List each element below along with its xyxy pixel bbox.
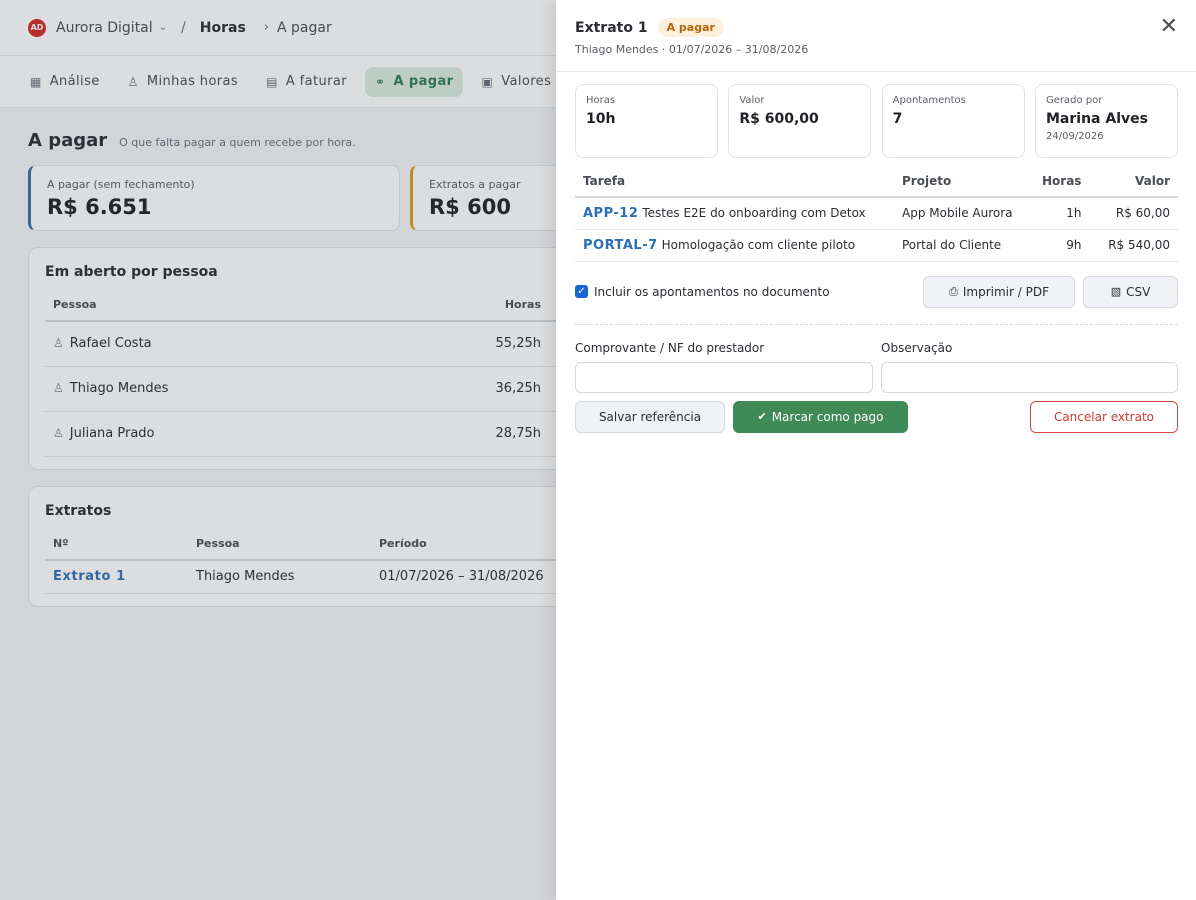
status-badge: A pagar [657, 18, 724, 37]
notes-field-group: Observação [881, 341, 1178, 393]
drawer-subtitle: Thiago Mendes · 01/07/2026 – 31/08/2026 [575, 43, 809, 56]
print-pdf-button[interactable]: ⎙ Imprimir / PDF [923, 275, 1075, 308]
document-actions: ✓ Incluir os apontamentos no documento ⎙… [575, 275, 1178, 325]
stat-date: 24/09/2026 [1045, 131, 1104, 142]
table-row: PORTAL-7 Homologação com cliente piloto P… [575, 229, 1178, 262]
stat-card-apontamentos: Apontamentos 7 [881, 84, 1025, 158]
stat-cards: Horas 10h Valor R$ 600,00 Apontamentos 7… [575, 84, 1178, 158]
stat-value: 10h [586, 111, 616, 127]
hours-cell: 1h [1034, 197, 1090, 230]
drawer-body: Horas 10h Valor R$ 600,00 Apontamentos 7… [556, 72, 1196, 433]
task-key-link[interactable]: PORTAL-7 [583, 238, 658, 253]
notes-input[interactable] [881, 361, 1178, 393]
task-title: Testes E2E do onboarding com Detox [642, 205, 866, 220]
cancel-statement-button[interactable]: Cancelar extrato [1030, 400, 1178, 433]
button-label: Marcar como pago [771, 409, 884, 424]
stat-value: 7 [892, 111, 903, 127]
project-cell: App Mobile Aurora [894, 197, 1034, 230]
close-icon[interactable]: ✕ [1160, 16, 1178, 38]
check-icon: ✔ [757, 410, 767, 423]
stat-value: R$ 600,00 [739, 111, 819, 127]
include-entries-checkbox[interactable]: ✓ [575, 285, 588, 298]
stat-label: Valor [739, 95, 765, 106]
mark-as-paid-button[interactable]: ✔ Marcar como pago [733, 400, 908, 433]
printer-icon: ⎙ [949, 284, 958, 298]
save-reference-button[interactable]: Salvar referência [575, 400, 725, 433]
button-label: Salvar referência [598, 409, 702, 424]
stat-label: Horas [586, 95, 616, 106]
value-cell: R$ 60,00 [1089, 197, 1178, 230]
stat-card-valor: Valor R$ 600,00 [728, 84, 872, 158]
file-csv-icon: ▧ [1110, 285, 1122, 298]
receipt-input[interactable] [575, 361, 873, 393]
stat-card-horas: Horas 10h [575, 84, 718, 158]
include-entries-label[interactable]: Incluir os apontamentos no documento [594, 285, 830, 299]
reference-fields: Comprovante / NF do prestador Observação [575, 341, 1178, 393]
stat-value: Marina Alves [1045, 111, 1148, 127]
stat-label: Apontamentos [892, 95, 966, 106]
table-row: APP-12 Testes E2E do onboarding com Detox… [575, 197, 1178, 230]
button-label: Imprimir / PDF [962, 284, 1049, 299]
notes-label: Observação [881, 340, 953, 355]
drawer-footer-actions: Salvar referência ✔ Marcar como pago Can… [575, 400, 1178, 433]
csv-button[interactable]: ▧ CSV [1083, 275, 1178, 308]
button-label: CSV [1126, 284, 1151, 299]
project-cell: Portal do Cliente [894, 229, 1034, 262]
task-title: Homologação com cliente piloto [661, 237, 856, 252]
drawer-header: Extrato 1 A pagar Thiago Mendes · 01/07/… [556, 0, 1196, 72]
hours-cell: 9h [1034, 229, 1090, 262]
drawer-title: Extrato 1 [575, 19, 648, 36]
statement-drawer: Extrato 1 A pagar Thiago Mendes · 01/07/… [556, 0, 1196, 900]
receipt-field-group: Comprovante / NF do prestador [575, 341, 873, 393]
column-header: Valor [1089, 174, 1178, 198]
button-label: Cancelar extrato [1053, 409, 1155, 424]
receipt-label: Comprovante / NF do prestador [575, 340, 765, 355]
stat-card-gerado-por: Gerado por Marina Alves 24/09/2026 [1034, 84, 1178, 158]
column-header: Projeto [894, 174, 1034, 198]
task-key-link[interactable]: APP-12 [583, 206, 638, 221]
column-header: Horas [1034, 174, 1090, 198]
entries-table: Tarefa Projeto Horas Valor APP-12 Testes … [575, 174, 1178, 262]
column-header: Tarefa [575, 174, 894, 198]
value-cell: R$ 540,00 [1089, 229, 1178, 262]
stat-label: Gerado por [1045, 95, 1103, 106]
